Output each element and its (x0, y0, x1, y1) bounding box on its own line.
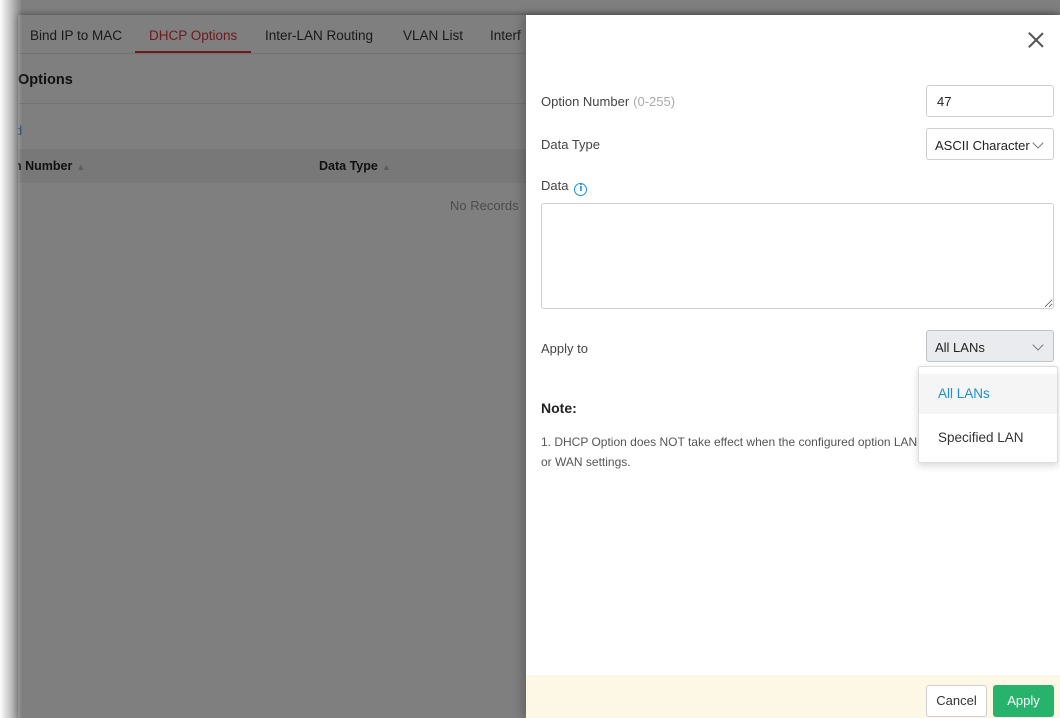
add-link[interactable]: d (18, 123, 22, 138)
empty-table-message: No Records (450, 198, 519, 213)
data-type-select[interactable]: ASCII Character (926, 128, 1054, 160)
chevron-down-icon (1032, 339, 1044, 351)
column-option-number[interactable]: n Number ▲︎ (18, 159, 85, 173)
option-number-hint: (0-255) (633, 94, 676, 109)
drawer-footer: Cancel Apply (526, 675, 1060, 718)
apply-to-label: Apply to (541, 341, 588, 356)
tab-bind-ip-to-mac[interactable]: Bind IP to MAC (30, 28, 122, 43)
data-label: Data i (541, 178, 588, 196)
apply-button[interactable]: Apply (993, 685, 1054, 717)
option-specified-lan[interactable]: Specified LAN (919, 418, 1057, 458)
data-type-label: Data Type (541, 137, 601, 152)
cancel-button[interactable]: Cancel (926, 685, 987, 717)
tab-dhcp-options[interactable]: DHCP Options (149, 28, 237, 43)
option-number-label-text: Option Number (541, 94, 630, 109)
dhcp-option-drawer: Option Number(0-255) Data Type ASCII Cha… (526, 15, 1060, 718)
data-type-value: ASCII Character (935, 138, 1030, 153)
sort-icon: ▲︎ (381, 162, 391, 172)
column-data-type-label: Data Type (319, 159, 378, 173)
column-option-number-label: n Number (18, 159, 73, 173)
tab-interface[interactable]: Interf (490, 28, 521, 43)
sort-icon: ▲︎ (76, 162, 86, 172)
active-tab-indicator (135, 51, 251, 53)
chevron-down-icon (1032, 137, 1044, 149)
tab-inter-lan-routing[interactable]: Inter-LAN Routing (265, 28, 373, 43)
apply-to-dropdown: All LANs Specified LAN (918, 366, 1058, 463)
option-all-lans[interactable]: All LANs (919, 374, 1057, 414)
section-title: Options (18, 72, 73, 88)
option-number-label: Option Number (0-255) (541, 94, 675, 109)
column-data-type[interactable]: Data Type ▲︎ (319, 159, 391, 173)
option-number-input[interactable] (926, 85, 1054, 117)
data-textarea[interactable] (541, 203, 1054, 309)
data-label-text: Data (541, 178, 569, 193)
note-text: 1. DHCP Option does NOT take effect when… (541, 435, 918, 469)
apply-to-select[interactable]: All LANs (926, 330, 1054, 362)
close-icon[interactable] (1024, 28, 1048, 52)
apply-to-value: All LANs (935, 340, 985, 355)
info-icon[interactable]: i (574, 183, 588, 196)
note-title: Note: (541, 400, 577, 416)
tab-vlan-list[interactable]: VLAN List (403, 28, 463, 43)
